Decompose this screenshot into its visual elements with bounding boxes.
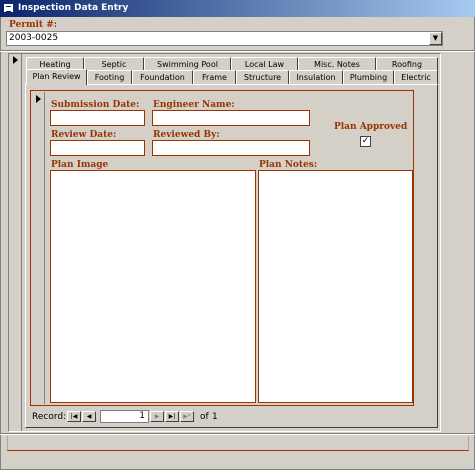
tab-roofing[interactable]: Roofing	[376, 57, 438, 71]
form-footer	[7, 436, 469, 451]
new-record-icon: ▶*	[183, 413, 191, 420]
tab-structure[interactable]: Structure	[236, 70, 289, 84]
tab-plan-review[interactable]: Plan Review	[26, 69, 87, 85]
review-date-field[interactable]	[50, 140, 145, 156]
record-label: Record:	[32, 412, 67, 422]
tab-foundation[interactable]: Foundation	[132, 70, 193, 84]
footer-divider	[0, 433, 475, 435]
plan-approved-label: Plan Approved	[334, 122, 408, 132]
record-selector-icon	[13, 56, 18, 64]
plan-image-frame[interactable]	[50, 170, 256, 403]
current-record-field[interactable]: 1	[100, 410, 149, 423]
next-record-button[interactable]: ▶	[150, 411, 164, 422]
tab-swimming-pool[interactable]: Swimming Pool	[144, 57, 231, 71]
tab-plumbing[interactable]: Plumbing	[343, 70, 394, 84]
review-date-label: Review Date:	[51, 130, 117, 140]
permit-dropdown-button[interactable]: ▼	[429, 32, 442, 45]
plan-review-subform: Submission Date: Engineer Name: Review D…	[30, 90, 414, 406]
chevron-down-icon: ▼	[432, 34, 439, 42]
permit-label: Permit #:	[9, 20, 58, 30]
tab-local-law[interactable]: Local Law	[231, 57, 298, 71]
first-record-button[interactable]: |◀	[67, 411, 81, 422]
title-bar[interactable]: Inspection Data Entry	[0, 0, 475, 17]
header-divider	[0, 50, 475, 52]
record-of-label: of	[200, 412, 209, 422]
record-total: 1	[212, 412, 218, 422]
plan-notes-label: Plan Notes:	[259, 160, 318, 170]
engineer-name-field[interactable]	[152, 110, 310, 126]
reviewed-by-field[interactable]	[152, 140, 310, 156]
record-navigation: Record: |◀ ◀ 1 ▶ ▶| ▶* of 1	[31, 410, 411, 423]
tab-misc-notes[interactable]: Misc. Notes	[298, 57, 376, 71]
window-title: Inspection Data Entry	[18, 3, 129, 13]
form-icon	[4, 4, 13, 12]
permit-value: 2003-0025	[9, 33, 59, 43]
last-record-icon: ▶|	[168, 413, 176, 420]
first-record-icon: |◀	[70, 413, 78, 420]
new-record-button[interactable]: ▶*	[180, 411, 194, 422]
plan-notes-field[interactable]	[258, 170, 413, 403]
tab-footing[interactable]: Footing	[87, 70, 132, 84]
tab-insulation[interactable]: Insulation	[289, 70, 343, 84]
reviewed-by-label: Reviewed By:	[153, 130, 220, 140]
next-record-icon: ▶	[154, 413, 160, 420]
plan-image-label: Plan Image	[51, 160, 109, 170]
previous-record-icon: ◀	[86, 413, 92, 420]
tab-page-plan-review: Submission Date: Engineer Name: Review D…	[25, 84, 438, 428]
last-record-button[interactable]: ▶|	[165, 411, 179, 422]
record-selector-icon	[36, 95, 41, 103]
tab-septic[interactable]: Septic	[84, 57, 144, 71]
previous-record-button[interactable]: ◀	[82, 411, 96, 422]
engineer-name-label: Engineer Name:	[153, 100, 235, 110]
record-selector[interactable]	[9, 54, 22, 431]
tab-frame[interactable]: Frame	[193, 70, 236, 84]
tab-electric[interactable]: Electric	[394, 70, 438, 84]
permit-combobox[interactable]: 2003-0025	[6, 31, 443, 46]
submission-date-field[interactable]	[50, 110, 145, 126]
plan-approved-checkbox[interactable]: ✓	[360, 136, 371, 147]
submission-date-label: Submission Date:	[51, 100, 140, 110]
checkmark-icon: ✓	[361, 136, 370, 146]
subform-record-selector[interactable]	[32, 92, 45, 404]
